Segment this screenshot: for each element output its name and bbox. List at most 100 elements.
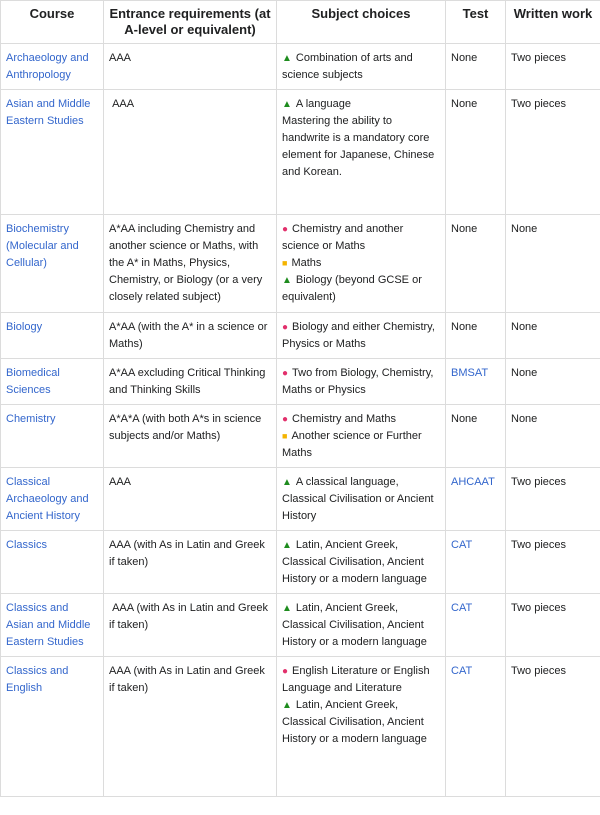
header-row: Course Entrance requirements (at A-level… — [0, 0, 600, 44]
subject-text: Latin, Ancient Greek, Classical Civilisa… — [282, 602, 427, 648]
test-link[interactable]: CAT — [445, 593, 506, 657]
table-row: Chemistry A*A*A (with both A*s in science… — [0, 404, 600, 468]
pink-dot-icon: ● — [282, 666, 289, 677]
entrance-requirements: A*A*A (with both A*s in science subjects… — [103, 404, 277, 468]
table-body: Archaeology and Anthropology AAA ▲ Combinat… — [0, 43, 600, 797]
table-row: Classics and Asian and Middle Eastern St… — [0, 593, 600, 657]
subject-item: ▲ Latin, Ancient Greek, Classical Civilis… — [282, 537, 440, 588]
subject-item: Mastering the ability to handwrite is a … — [282, 113, 440, 181]
table-row: Biology A*AA (with the A* in a science or… — [0, 312, 600, 359]
pink-dot-icon: ● — [282, 414, 289, 425]
table-row: Archaeology and Anthropology AAA ▲ Combinat… — [0, 43, 600, 90]
green-triangle-icon: ▲ — [282, 99, 292, 110]
course-link[interactable]: Asian and Middle Eastern Studies — [0, 89, 104, 215]
subject-choices: ● English Literature or English Language … — [276, 656, 446, 797]
written-work: None — [505, 358, 600, 405]
table-row: Classical Archaeology and Ancient Histor… — [0, 467, 600, 531]
written-work: None — [505, 312, 600, 359]
green-triangle-icon: ▲ — [282, 477, 292, 488]
test-link[interactable]: CAT — [445, 530, 506, 594]
courses-table: Course Entrance requirements (at A-level… — [0, 0, 600, 797]
subject-item: ● English Literature or English Language … — [282, 663, 440, 697]
course-link[interactable]: Biology — [0, 312, 104, 359]
subject-text: Mastering the ability to handwrite is a … — [282, 115, 435, 178]
subject-item: ▲ Biology (beyond GCSE or equivalent) — [282, 272, 440, 306]
subject-item: ▲ A language — [282, 96, 440, 113]
pink-dot-icon: ● — [282, 368, 289, 379]
course-link[interactable]: Archaeology and Anthropology — [0, 43, 104, 90]
written-work: None — [505, 214, 600, 313]
course-link[interactable]: Classics and Asian and Middle Eastern St… — [0, 593, 104, 657]
subject-text: A classical language, Classical Civilisa… — [282, 476, 434, 522]
green-triangle-icon: ▲ — [282, 275, 292, 286]
test-value: None — [445, 89, 506, 215]
test-link[interactable]: BMSAT — [445, 358, 506, 405]
green-triangle-icon: ▲ — [282, 700, 292, 711]
course-link[interactable]: Biochemistry (Molecular and Cellular) — [0, 214, 104, 313]
subject-choices: ● Biology and either Chemistry, Physics o… — [276, 312, 446, 359]
subject-text: Combination of arts and science subjects — [282, 52, 413, 81]
table-row: Asian and Middle Eastern Studies AAA ▲ A l… — [0, 89, 600, 215]
subject-text: Chemistry and another science or Maths — [282, 223, 404, 252]
course-link[interactable]: Classics — [0, 530, 104, 594]
test-value: None — [445, 214, 506, 313]
entrance-requirements: AAA — [103, 467, 277, 531]
written-work: None — [505, 404, 600, 468]
course-link[interactable]: Biomedical Sciences — [0, 358, 104, 405]
green-triangle-icon: ▲ — [282, 53, 292, 64]
subject-item: ● Chemistry and Maths — [282, 411, 440, 428]
written-work: Two pieces — [505, 467, 600, 531]
subject-item: ▲ Latin, Ancient Greek, Classical Civilis… — [282, 697, 440, 748]
table-row: Biochemistry (Molecular and Cellular) A*A… — [0, 214, 600, 313]
subject-choices: ● Chemistry and another science or Maths ■… — [276, 214, 446, 313]
header-course: Course — [0, 0, 104, 44]
entrance-requirements: A*AA (with the A* in a science or Maths) — [103, 312, 277, 359]
entrance-requirements: A*AA including Chemistry and another sci… — [103, 214, 277, 313]
subject-text: Biology and either Chemistry, Physics or… — [282, 321, 435, 350]
written-work: Two pieces — [505, 530, 600, 594]
header-test: Test — [445, 0, 506, 44]
subject-item: ● Two from Biology, Chemistry, Maths or P… — [282, 365, 440, 399]
yellow-square-icon: ■ — [282, 431, 288, 441]
course-link[interactable]: Classics and English — [0, 656, 104, 797]
pink-dot-icon: ● — [282, 322, 289, 333]
test-value: None — [445, 312, 506, 359]
subject-text: Chemistry and Maths — [292, 413, 396, 425]
subject-choices: ▲ A language Mastering the ability to hand… — [276, 89, 446, 215]
entrance-requirements: AAA (with As in Latin and Greek if taken… — [103, 593, 277, 657]
subject-choices: ▲ Latin, Ancient Greek, Classical Civilis… — [276, 593, 446, 657]
subject-item: ▲ A classical language, Classical Civilis… — [282, 474, 440, 525]
written-work: Two pieces — [505, 89, 600, 215]
subject-item: ● Biology and either Chemistry, Physics o… — [282, 319, 440, 353]
entrance-requirements: AAA — [103, 43, 277, 90]
test-link[interactable]: CAT — [445, 656, 506, 797]
pink-dot-icon: ● — [282, 224, 289, 235]
test-link[interactable]: AHCAAT — [445, 467, 506, 531]
subject-item: ■ Another science or Further Maths — [282, 428, 440, 462]
header-subjects: Subject choices — [276, 0, 446, 44]
subject-choices: ▲ Latin, Ancient Greek, Classical Civilis… — [276, 530, 446, 594]
entrance-requirements: A*AA excluding Critical Thinking and Thi… — [103, 358, 277, 405]
subject-text: English Literature or English Language a… — [282, 665, 430, 694]
header-written: Written work — [505, 0, 600, 44]
subject-choices: ● Two from Biology, Chemistry, Maths or P… — [276, 358, 446, 405]
entrance-requirements: AAA (with As in Latin and Greek if taken… — [103, 530, 277, 594]
subject-text: Another science or Further Maths — [282, 430, 422, 459]
table-row: Classics AAA (with As in Latin and Greek … — [0, 530, 600, 594]
subject-text: Maths — [291, 257, 322, 269]
course-link[interactable]: Chemistry — [0, 404, 104, 468]
entrance-requirements: AAA (with As in Latin and Greek if taken… — [103, 656, 277, 797]
subject-item: ▲ Combination of arts and science subject… — [282, 50, 440, 84]
course-link[interactable]: Classical Archaeology and Ancient Histor… — [0, 467, 104, 531]
subject-choices: ▲ Combination of arts and science subject… — [276, 43, 446, 90]
subject-item: ● Chemistry and another science or Maths — [282, 221, 440, 255]
written-work: Two pieces — [505, 593, 600, 657]
subject-choices: ▲ A classical language, Classical Civilis… — [276, 467, 446, 531]
test-value: None — [445, 43, 506, 90]
subject-text: Latin, Ancient Greek, Classical Civilisa… — [282, 539, 427, 585]
subject-text: Latin, Ancient Greek, Classical Civilisa… — [282, 699, 427, 745]
subject-choices: ● Chemistry and Maths ■ Another science or … — [276, 404, 446, 468]
subject-item: ▲ Latin, Ancient Greek, Classical Civilis… — [282, 600, 440, 651]
written-work: Two pieces — [505, 43, 600, 90]
subject-text: Biology (beyond GCSE or equivalent) — [282, 274, 422, 303]
